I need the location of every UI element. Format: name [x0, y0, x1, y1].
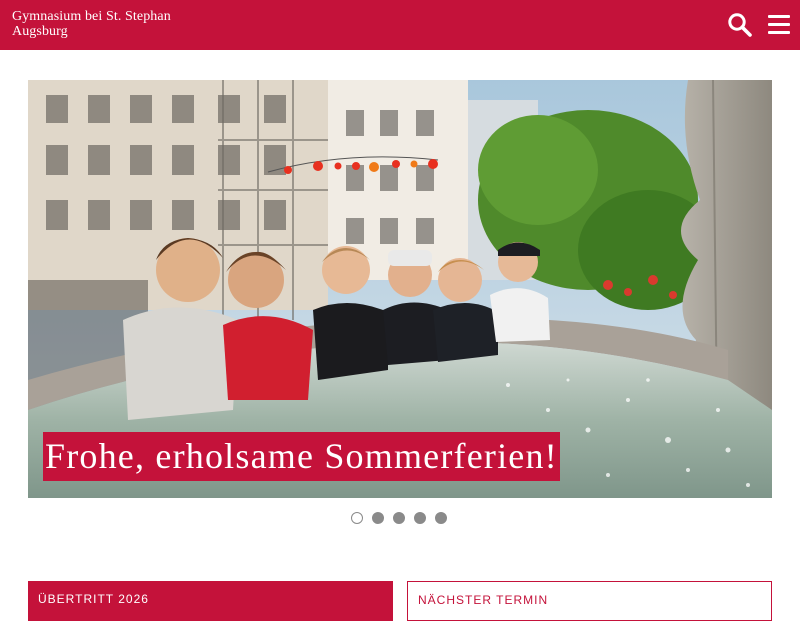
slider-dot-4[interactable]: [414, 512, 426, 524]
next-event-box-title: NÄCHSTER TERMIN: [418, 593, 549, 607]
slider-dot-1[interactable]: [351, 512, 363, 524]
search-icon: [728, 13, 752, 37]
search-button[interactable]: [727, 12, 753, 38]
site-header: Gymnasium bei St. Stephan Augsburg: [0, 0, 800, 50]
slider-dot-3[interactable]: [393, 512, 405, 524]
hero-slider[interactable]: Frohe, erholsame Sommerferien!: [28, 80, 772, 498]
hamburger-menu-icon: [768, 31, 790, 34]
logo-text-line1: Gymnasium bei St. Stephan: [12, 9, 171, 24]
hamburger-menu-icon: [768, 23, 790, 26]
slide-caption[interactable]: Frohe, erholsame Sommerferien!: [43, 432, 560, 481]
slider-dot-2[interactable]: [372, 512, 384, 524]
school-logo-link[interactable]: Gymnasium bei St. Stephan Augsburg: [12, 9, 171, 39]
hamburger-menu-icon: [768, 15, 790, 18]
uebertritt-box[interactable]: ÜBERTRITT 2026: [28, 581, 393, 621]
next-event-box[interactable]: NÄCHSTER TERMIN: [407, 581, 772, 621]
slider-dot-5[interactable]: [435, 512, 447, 524]
uebertritt-box-title: ÜBERTRITT 2026: [38, 592, 149, 606]
logo-text-line2: Augsburg: [12, 24, 68, 39]
menu-button[interactable]: [768, 12, 790, 36]
